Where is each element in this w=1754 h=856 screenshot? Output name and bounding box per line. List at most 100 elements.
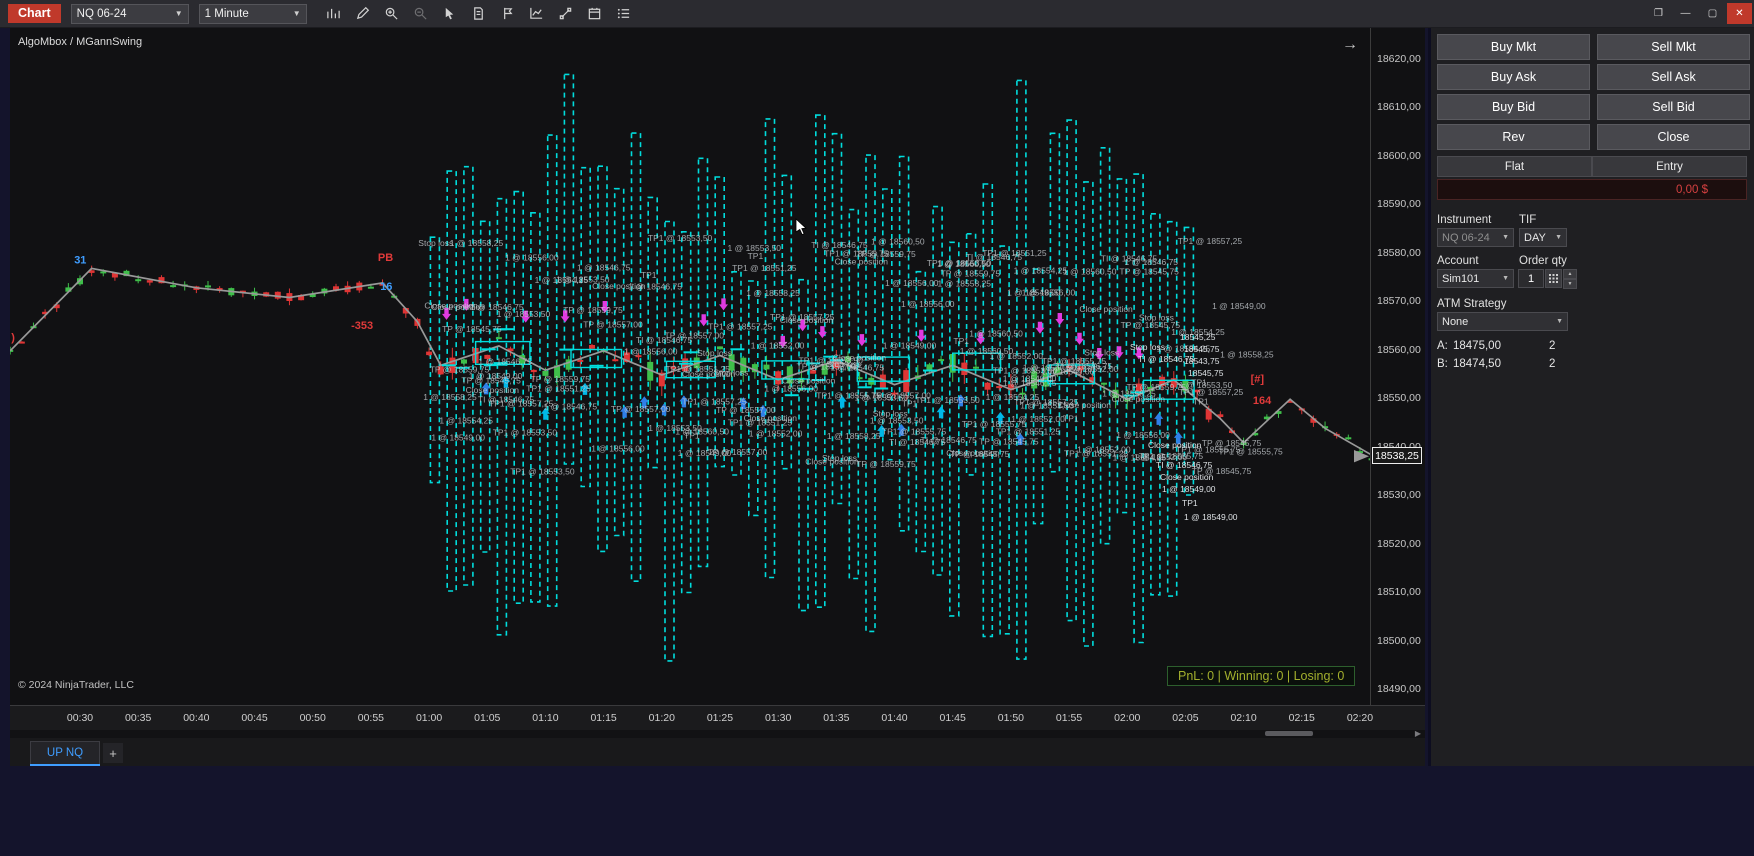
zoom-out-icon[interactable] xyxy=(408,3,433,25)
svg-text:18545,75: 18545,75 xyxy=(1184,344,1220,354)
qty-spinner[interactable]: ▲ ▼ xyxy=(1563,269,1577,289)
time-tick: 01:35 xyxy=(823,712,850,724)
sell-mkt-button[interactable]: Sell Mkt xyxy=(1597,34,1750,60)
svg-text:1 @ 18549,00: 1 @ 18549,00 xyxy=(1184,512,1238,522)
window-minimize-icon[interactable]: — xyxy=(1673,3,1698,24)
ask-label: A: xyxy=(1437,340,1448,352)
time-tick: 00:50 xyxy=(299,712,326,724)
window-close-icon[interactable]: ✕ xyxy=(1727,3,1752,24)
cursor-tool-icon[interactable] xyxy=(437,3,462,25)
svg-text:18545,75: 18545,75 xyxy=(1188,368,1224,378)
svg-text:1 @ 18552,00: 1 @ 18552,00 xyxy=(751,340,805,350)
svg-text:TP1 @ 18553,50: TP1 @ 18553,50 xyxy=(648,233,713,243)
svg-text:Close position: Close position xyxy=(424,301,478,311)
svg-text:Stop loss: Stop loss xyxy=(873,408,908,418)
tab-label: UP NQ xyxy=(46,747,84,759)
time-tick: 01:30 xyxy=(765,712,792,724)
chart-menu-button[interactable]: Chart xyxy=(8,4,61,23)
draw-tool-icon[interactable] xyxy=(350,3,375,25)
svg-text:TP @ 18545,75: TP @ 18545,75 xyxy=(979,436,1039,446)
time-tick: 02:15 xyxy=(1288,712,1315,724)
ask-price: 18475,00 xyxy=(1453,340,1501,352)
collapse-arrow-icon[interactable]: → xyxy=(1342,36,1358,54)
svg-text:31: 31 xyxy=(74,255,86,267)
svg-text:1 @ 18558,25: 1 @ 18558,25 xyxy=(746,288,800,298)
period-select[interactable]: 1 Minute ▼ xyxy=(198,3,307,24)
svg-text:TP1 @ 18555,75: TP1 @ 18555,75 xyxy=(824,249,889,259)
chart-area[interactable]: Close position TP1 1 @ 18549,00 TI @ 18546,… xyxy=(10,28,1370,705)
time-tick: 00:30 xyxy=(66,712,94,724)
scroll-right-icon[interactable]: ▶ xyxy=(1415,729,1421,738)
svg-text:1 @ 18558,25: 1 @ 18558,25 xyxy=(938,278,992,288)
time-tick: 01:10 xyxy=(532,712,559,724)
svg-text:TP1: TP1 xyxy=(953,336,969,346)
atm-strategy-dropdown[interactable]: None ▼ xyxy=(1437,312,1568,331)
qty-down-icon[interactable]: ▼ xyxy=(1563,279,1577,289)
price-tick: 18570,00 xyxy=(1377,295,1421,308)
buy-bid-button[interactable]: Buy Bid xyxy=(1437,94,1590,120)
price-tick: 18500,00 xyxy=(1377,634,1421,647)
price-axis[interactable]: 18538,25 18620,00 18610,00 18600,00 18590,0… xyxy=(1370,28,1425,705)
svg-text:TP1 @ 18551,25: TP1 @ 18551,25 xyxy=(526,384,591,394)
sell-bid-button[interactable]: Sell Bid xyxy=(1597,94,1750,120)
svg-text:TP @ 18557,00: TP @ 18557,00 xyxy=(708,447,768,457)
qty-grid-icon[interactable] xyxy=(1545,269,1562,288)
svg-text:Close position: Close position xyxy=(592,281,646,291)
svg-text:TP @ 18559,75: TP @ 18559,75 xyxy=(531,374,591,384)
price-tick: 18560,00 xyxy=(1377,343,1421,356)
window-restore-icon[interactable]: ❐ xyxy=(1646,3,1671,24)
buy-mkt-button[interactable]: Buy Mkt xyxy=(1437,34,1590,60)
svg-text:TP1 @ 18553,50: TP1 @ 18553,50 xyxy=(799,356,864,366)
svg-text:TP1 @ 18551,25: TP1 @ 18551,25 xyxy=(982,248,1047,258)
entry-indicator[interactable]: Entry xyxy=(1592,156,1747,177)
sessions-icon[interactable] xyxy=(582,3,607,25)
snapshot-icon[interactable] xyxy=(495,3,520,25)
reverse-button[interactable]: Rev xyxy=(1437,124,1590,150)
svg-text:Stop loss: Stop loss xyxy=(1130,342,1165,352)
indicators-icon[interactable] xyxy=(524,3,549,25)
time-tick: 00:40 xyxy=(183,712,210,724)
svg-text:TP1: TP1 xyxy=(1063,414,1079,424)
svg-text:TP @ 18557,00: TP @ 18557,00 xyxy=(583,319,643,329)
h-scrollbar-thumb[interactable] xyxy=(1265,731,1313,736)
zoom-in-icon[interactable] xyxy=(379,3,404,25)
data-box-icon[interactable] xyxy=(466,3,491,25)
svg-text:TP1 @ 18553,50: TP1 @ 18553,50 xyxy=(510,467,575,477)
chart-style-icon[interactable] xyxy=(321,3,346,25)
add-tab-button[interactable]: + xyxy=(103,743,123,763)
qty-input[interactable]: 1 xyxy=(1518,269,1544,288)
sell-ask-button[interactable]: Sell Ask xyxy=(1597,64,1750,90)
price-tick: 18620,00 xyxy=(1377,53,1421,65)
time-tick: 01:00 xyxy=(415,712,443,724)
svg-text:1 @ 18556,00: 1 @ 18556,00 xyxy=(1116,430,1170,440)
tif-dropdown[interactable]: DAY ▼ xyxy=(1519,228,1567,247)
properties-list-icon[interactable] xyxy=(611,3,636,25)
time-tick: 01:20 xyxy=(648,712,675,724)
indicator-overlay-label: AlgoMbox / MGannSwing xyxy=(18,36,143,48)
buy-ask-button[interactable]: Buy Ask xyxy=(1437,64,1590,90)
instrument-select[interactable]: NQ 06-24 ▼ xyxy=(70,3,189,24)
svg-text:TI @ 18546,75: TI @ 18546,75 xyxy=(1101,254,1158,264)
account-dropdown[interactable]: Sim101 ▼ xyxy=(1437,269,1514,288)
svg-text:Close position: Close position xyxy=(1148,440,1202,450)
tab-up-nq[interactable]: UP NQ xyxy=(30,741,100,766)
svg-text:1 @ 18549,00: 1 @ 18549,00 xyxy=(431,432,485,442)
price-tick: 18510,00 xyxy=(1377,586,1421,599)
h-scrollbar: ▶ xyxy=(10,729,1425,738)
time-axis[interactable]: 00:30 00:35 00:40 00:45 00:50 00:55 01:00 01:05… xyxy=(10,705,1425,730)
qty-up-icon[interactable]: ▲ xyxy=(1563,269,1577,279)
instrument-select-value: NQ 06-24 xyxy=(76,7,127,20)
chevron-down-icon: ▼ xyxy=(174,9,183,18)
instrument-dropdown[interactable]: NQ 06-24 ▼ xyxy=(1437,228,1514,247)
svg-text:TI @ 18546,75: TI @ 18546,75 xyxy=(636,335,693,345)
svg-text:TP1: TP1 xyxy=(684,430,700,440)
window-maximize-icon[interactable]: ▢ xyxy=(1700,3,1725,24)
close-position-button[interactable]: Close xyxy=(1597,124,1750,150)
order-qty-label: Order qty xyxy=(1519,255,1567,267)
svg-text:[#]: [#] xyxy=(1251,373,1265,385)
svg-text:1 @ 18552,00: 1 @ 18552,00 xyxy=(1011,414,1065,424)
flat-indicator[interactable]: Flat xyxy=(1437,156,1592,177)
drawing-line-icon[interactable] xyxy=(553,3,578,25)
price-chart-canvas[interactable]: Close position TP1 1 @ 18549,00 TI @ 18546,… xyxy=(10,28,1370,705)
toolbar-icons xyxy=(321,3,636,25)
